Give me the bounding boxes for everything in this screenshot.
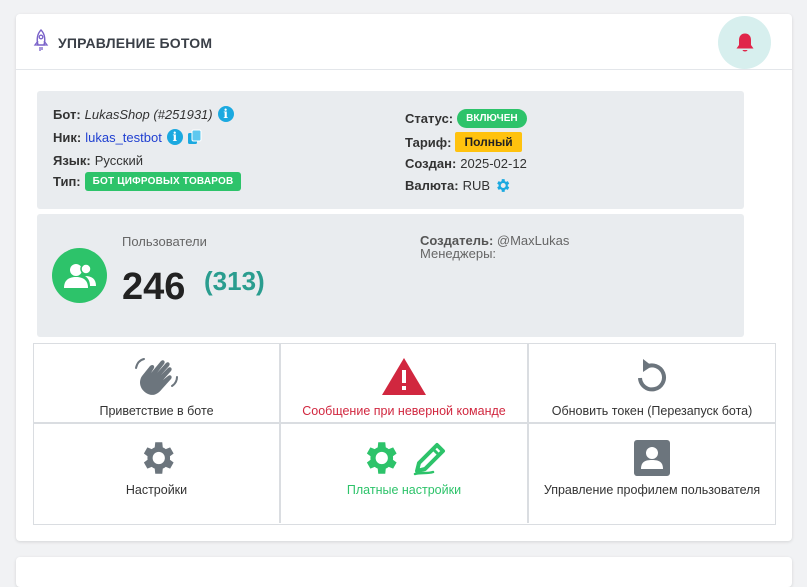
pencil-icon: [413, 443, 445, 476]
currency-row: Валюта: RUB: [405, 177, 511, 194]
next-card: [16, 557, 792, 587]
action-wrong-command-message[interactable]: Сообщение при неверной команде: [281, 344, 529, 424]
managers-label: Менеджеры:: [420, 246, 497, 261]
users-total: (313): [204, 266, 265, 296]
action-settings[interactable]: Настройки: [34, 424, 281, 523]
bot-name: LukasShop (#251931): [84, 106, 213, 122]
tariff-row: Тариф: Полный: [405, 132, 522, 152]
actions-grid: Приветствие в боте Сообщение при неверно…: [33, 343, 776, 525]
info-icon[interactable]: i: [217, 106, 234, 122]
action-label: Настройки: [125, 483, 188, 497]
warning-triangle-icon: [382, 358, 426, 395]
action-paid-settings[interactable]: Платные настройки: [281, 424, 529, 523]
copy-icon[interactable]: [187, 129, 203, 145]
waving-hand-icon: [134, 358, 178, 395]
users-count: 246: [122, 266, 186, 308]
status-badge[interactable]: ВКЛЮЧЕН: [457, 109, 527, 128]
rocket-icon: [33, 29, 49, 51]
action-label: Сообщение при неверной команде: [302, 404, 506, 418]
users-panel: Пользователи 246 (313) Создатель: @MaxLu…: [37, 214, 744, 337]
bot-type-badge: БОТ ЦИФРОВЫХ ТОВАРОВ: [84, 172, 242, 191]
action-label: Приветствие в боте: [99, 404, 214, 418]
notifications-button[interactable]: [718, 16, 771, 69]
action-label: Обновить токен (Перезапуск бота): [551, 404, 753, 418]
action-label: Управление профилем пользователя: [543, 483, 761, 497]
bot-info-panel: Бот: LukasShop (#251931) i Ник: lukas_te…: [37, 91, 744, 209]
card-header: УПРАВЛЕНИЕ БОТОМ: [16, 14, 792, 70]
action-user-profile[interactable]: Управление профилем пользователя: [529, 424, 775, 523]
refresh-icon: [638, 359, 666, 392]
action-refresh-token[interactable]: Обновить токен (Перезапуск бота): [529, 344, 775, 424]
bot-name-row: Бот: LukasShop (#251931) i: [53, 106, 234, 122]
creator-info: Создатель: @MaxLukas Менеджеры:: [420, 233, 570, 261]
users-icon: [52, 248, 107, 303]
bell-icon: [736, 33, 753, 51]
language-value: Русский: [94, 153, 143, 168]
tariff-badge: Полный: [455, 132, 522, 152]
user-profile-icon: [634, 440, 670, 476]
gear-icon: [143, 442, 174, 474]
bot-management-card: УПРАВЛЕНИЕ БОТОМ Бот: LukasShop (#251931…: [16, 14, 792, 541]
nick-row: Ник: lukas_testbot i: [53, 129, 203, 145]
gear-icon: [366, 442, 397, 474]
language-row: Язык: Русский: [53, 153, 143, 168]
info-icon[interactable]: i: [166, 129, 183, 145]
status-row: Статус: ВКЛЮЧЕН: [405, 109, 527, 128]
creator-value: @MaxLukas: [496, 233, 570, 248]
gear-icon[interactable]: [494, 177, 511, 194]
page-title: УПРАВЛЕНИЕ БОТОМ: [58, 35, 213, 51]
created-date: 2025-02-12: [460, 156, 527, 171]
users-label: Пользователи: [122, 234, 207, 249]
nick-link[interactable]: lukas_testbot: [85, 130, 162, 145]
action-label: Платные настройки: [346, 483, 462, 497]
currency-value: RUB: [462, 178, 491, 193]
created-row: Создан: 2025-02-12: [405, 156, 527, 171]
action-welcome[interactable]: Приветствие в боте: [34, 344, 281, 424]
type-row: Тип: БОТ ЦИФРОВЫХ ТОВАРОВ: [53, 172, 242, 191]
